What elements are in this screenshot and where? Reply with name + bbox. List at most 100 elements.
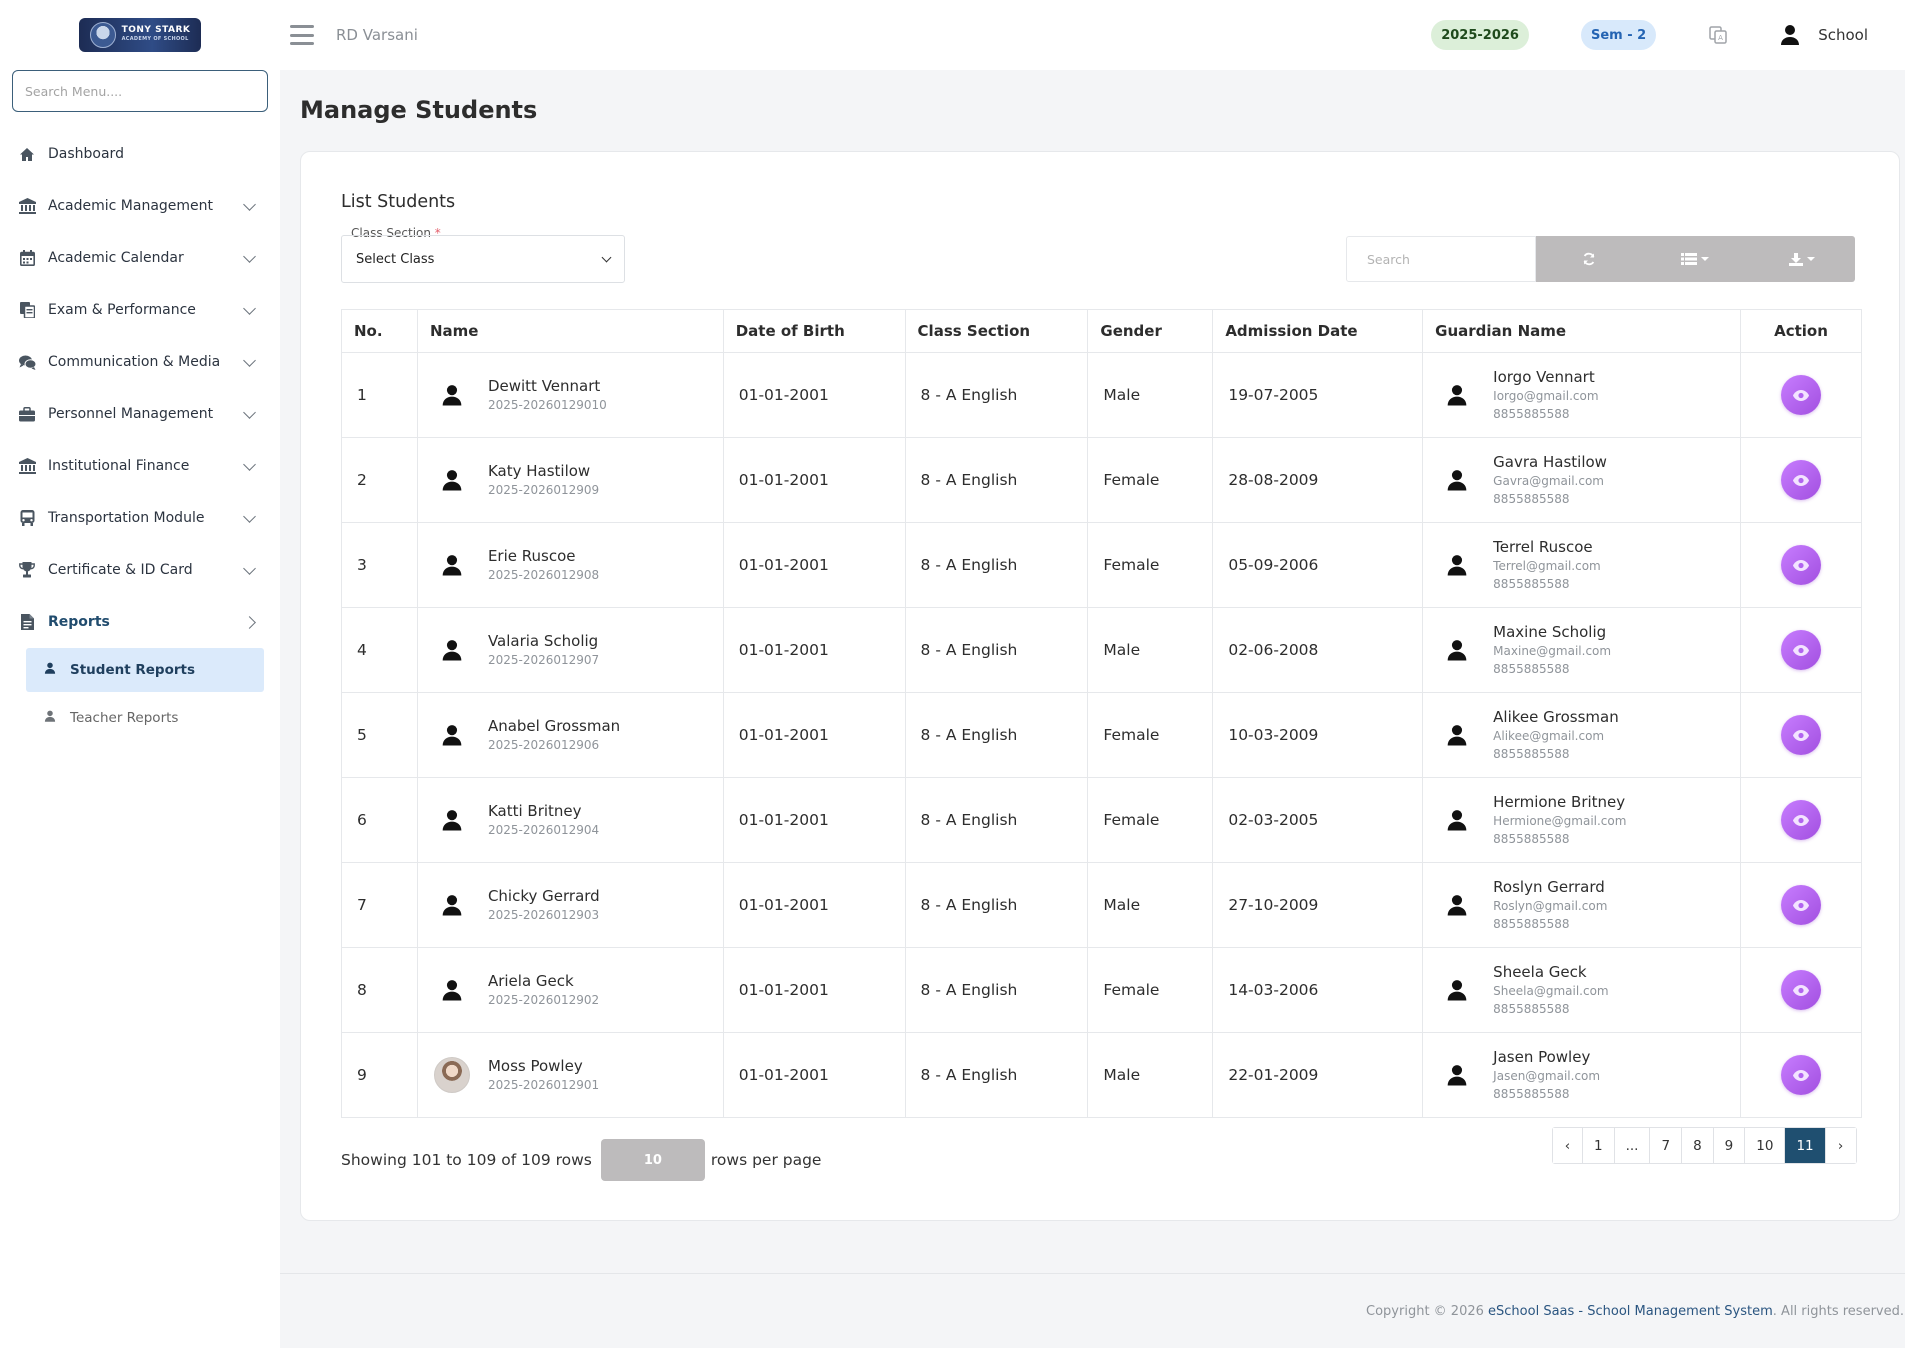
sidebar-item-personnel-management[interactable]: Personnel Management: [0, 388, 280, 440]
column-header-guardian-name[interactable]: Guardian Name: [1422, 309, 1742, 353]
caret-down-icon: [1701, 257, 1710, 261]
column-header-dob[interactable]: Date of Birth: [722, 309, 906, 353]
table-row[interactable]: 2 Katy Hastilow 2025-2026012909 01-01-20…: [341, 437, 1862, 523]
cell-no: 2: [341, 437, 418, 523]
guardian-name: Terrel Ruscoe: [1493, 537, 1593, 556]
logo[interactable]: TONY STARK ACADEMY OF SCHOOL: [0, 0, 280, 70]
cell-action: [1740, 947, 1862, 1033]
prev-page-button[interactable]: ‹: [1553, 1128, 1583, 1163]
column-header-class-section[interactable]: Class Section: [904, 309, 1089, 353]
table-row[interactable]: 7 Chicky Gerrard 2025-2026012903 01-01-2…: [341, 862, 1862, 948]
sidebar-item-dashboard[interactable]: Dashboard: [0, 128, 280, 180]
student-avatar-icon: [434, 547, 470, 583]
sidebar-item-reports[interactable]: Reports: [0, 596, 280, 648]
semester-badge[interactable]: Sem - 2: [1580, 20, 1657, 50]
student-avatar-icon: [434, 377, 470, 413]
menu-toggle-icon[interactable]: [290, 25, 314, 45]
class-section-select[interactable]: Select Class: [341, 235, 625, 283]
page-8[interactable]: 8: [1682, 1128, 1714, 1163]
table-row[interactable]: 1 Dewitt Vennart 2025-20260129010 01-01-…: [341, 352, 1862, 438]
sidebar-subitem-student-reports[interactable]: Student Reports: [26, 648, 264, 692]
next-page-button[interactable]: ›: [1825, 1128, 1856, 1163]
table-header-row: No. Name Date of Birth Class Section Gen…: [341, 309, 1862, 353]
table-row[interactable]: 5 Anabel Grossman 2025-2026012906 01-01-…: [341, 692, 1862, 778]
student-avatar-icon: [434, 802, 470, 838]
page-7[interactable]: 7: [1650, 1128, 1683, 1163]
cell-class-section: 8 - A English: [904, 437, 1089, 523]
chevron-right-icon: [243, 615, 256, 629]
table-row[interactable]: 3 Erie Ruscoe 2025-2026012908 01-01-2001…: [341, 522, 1862, 608]
table-row[interactable]: 6 Katti Britney 2025-2026012904 01-01-20…: [341, 777, 1862, 863]
table-row[interactable]: 4 Valaria Scholig 2025-2026012907 01-01-…: [341, 607, 1862, 693]
page-1[interactable]: 1: [1583, 1128, 1615, 1163]
guardian-avatar-icon: [1439, 972, 1475, 1008]
guardian-phone: 8855885588: [1493, 831, 1570, 846]
sidebar-item-institutional-finance[interactable]: Institutional Finance: [0, 440, 280, 492]
cell-name: Katy Hastilow 2025-2026012909: [416, 437, 724, 523]
guardian-name: Gavra Hastilow: [1493, 452, 1607, 471]
footer-link[interactable]: eSchool Saas - School Management System: [1488, 1304, 1773, 1319]
sidebar-item-label: Academic Calendar: [48, 250, 184, 266]
guardian-name: Iorgo Vennart: [1493, 367, 1595, 386]
table-row[interactable]: 8 Ariela Geck 2025-2026012902 01-01-2001…: [341, 947, 1862, 1033]
view-button[interactable]: [1781, 970, 1821, 1010]
columns-button[interactable]: [1642, 236, 1748, 282]
user-avatar-icon[interactable]: [1780, 24, 1800, 46]
view-button[interactable]: [1781, 715, 1821, 755]
guardian-phone: 8855885588: [1493, 576, 1570, 591]
sidebar-subitem-teacher-reports[interactable]: Teacher Reports: [26, 696, 264, 740]
sidebar-nav: Dashboard Academic Management Academic Cal…: [0, 128, 280, 740]
showing-text: Showing 101 to 109 of 109 rows: [341, 1151, 592, 1169]
academic-year-badge[interactable]: 2025-2026: [1431, 20, 1529, 50]
cell-name: Chicky Gerrard 2025-2026012903: [416, 862, 724, 948]
student-id: 2025-2026012906: [487, 737, 600, 752]
sidebar-item-academic-management[interactable]: Academic Management: [0, 180, 280, 232]
cell-name: Dewitt Vennart 2025-20260129010: [416, 352, 724, 438]
sidebar-item-communication-media[interactable]: Communication & Media: [0, 336, 280, 388]
table-search-input[interactable]: [1346, 236, 1536, 282]
eye-icon: [1793, 389, 1809, 401]
table-row[interactable]: 9 Moss Powley 2025-2026012901 01-01-2001…: [341, 1032, 1862, 1118]
caret-down-icon: [1806, 257, 1815, 261]
sidebar-subitem-label: Teacher Reports: [70, 710, 179, 726]
column-header-admission-date[interactable]: Admission Date: [1212, 309, 1424, 353]
page-11[interactable]: 11: [1785, 1128, 1826, 1163]
cell-gender: Female: [1087, 437, 1214, 523]
view-button[interactable]: [1781, 545, 1821, 585]
translate-icon[interactable]: A: [1708, 25, 1728, 45]
guardian-phone: 8855885588: [1493, 406, 1570, 421]
page-10[interactable]: 10: [1745, 1128, 1786, 1163]
sidebar-item-label: Transportation Module: [48, 510, 205, 526]
chevron-down-icon: [243, 561, 256, 575]
sidebar-item-exam-performance[interactable]: Exam & Performance: [0, 284, 280, 336]
view-button[interactable]: [1781, 460, 1821, 500]
cell-dob: 01-01-2001: [722, 437, 906, 523]
view-button[interactable]: [1781, 1055, 1821, 1095]
chevron-down-icon: [601, 252, 612, 262]
student-name: Anabel Grossman: [487, 716, 621, 735]
user-name[interactable]: School: [1818, 26, 1868, 44]
column-header-gender[interactable]: Gender: [1087, 309, 1214, 353]
student-name: Erie Ruscoe: [487, 546, 576, 565]
menu-search-input[interactable]: [12, 70, 268, 112]
view-button[interactable]: [1781, 375, 1821, 415]
guardian-phone: 8855885588: [1493, 491, 1570, 506]
logo-line1: TONY STARK: [121, 25, 191, 35]
sidebar-item-transportation-module[interactable]: Transportation Module: [0, 492, 280, 544]
refresh-button[interactable]: [1536, 236, 1642, 282]
rows-per-page-button[interactable]: 10: [600, 1139, 705, 1181]
cell-admission-date: 10-03-2009: [1212, 692, 1424, 778]
page-9[interactable]: 9: [1713, 1128, 1746, 1163]
export-button[interactable]: [1749, 236, 1855, 282]
view-button[interactable]: [1781, 885, 1821, 925]
column-header-name[interactable]: Name: [416, 309, 724, 353]
cell-gender: Female: [1087, 777, 1214, 863]
column-header-no[interactable]: No.: [341, 309, 418, 353]
sidebar-item-academic-calendar[interactable]: Academic Calendar: [0, 232, 280, 284]
students-card: List Students Class Section * Select Cla…: [300, 151, 1900, 1221]
cell-action: [1740, 692, 1862, 778]
guardian-avatar-icon: [1439, 632, 1475, 668]
view-button[interactable]: [1781, 630, 1821, 670]
view-button[interactable]: [1781, 800, 1821, 840]
sidebar-item-certificate-id-card[interactable]: Certificate & ID Card: [0, 544, 280, 596]
